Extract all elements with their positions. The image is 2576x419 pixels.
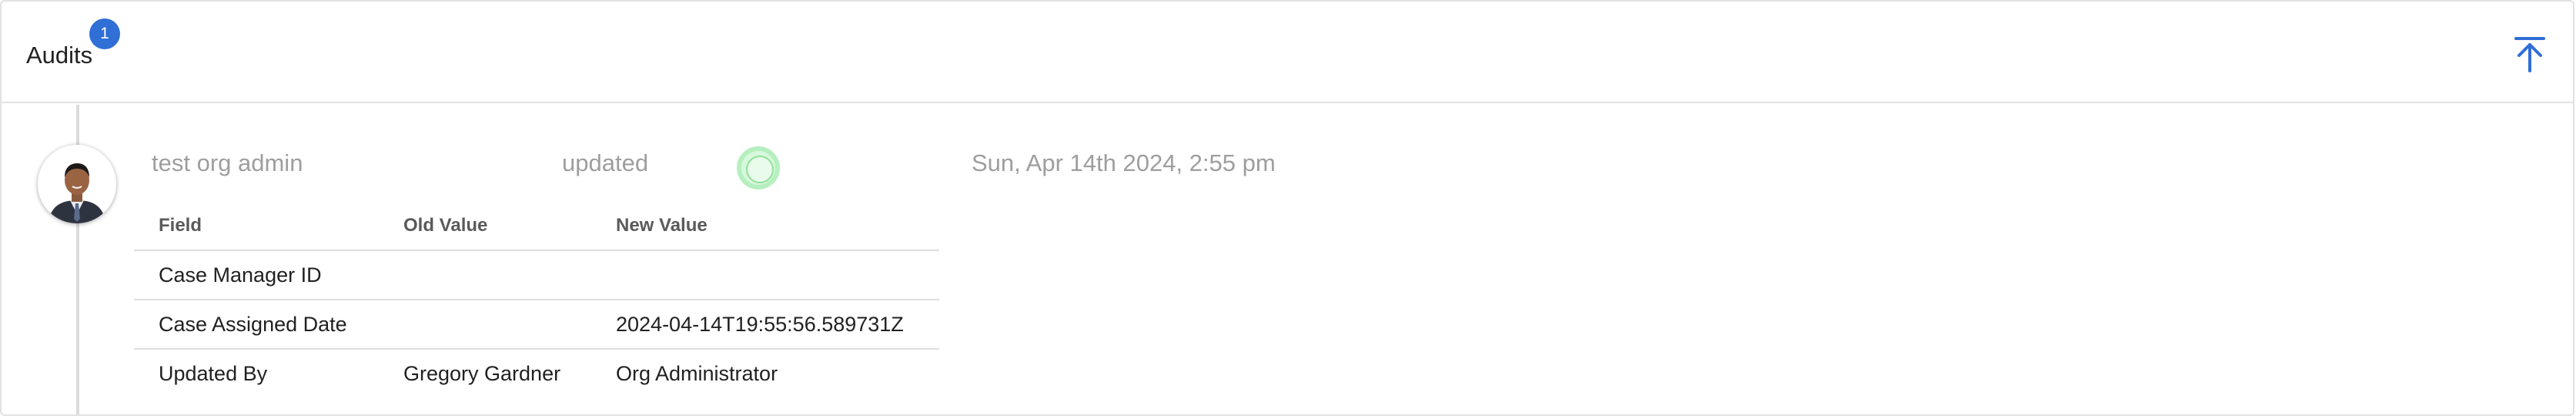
cell-field: Updated By bbox=[159, 361, 268, 385]
audits-header: Audits 1 bbox=[2, 2, 2573, 103]
column-header-field: Field bbox=[134, 202, 379, 251]
cell-new-value: 2024-04-14T19:55:56.589731Z bbox=[591, 300, 939, 350]
audits-panel: Audits 1 test org admin updated Sun, Apr… bbox=[0, 0, 2574, 416]
status-dot-inner bbox=[746, 156, 774, 183]
cell-new-value bbox=[591, 250, 939, 300]
table-header-row: Field Old Value New Value bbox=[134, 202, 939, 251]
cell-old-value bbox=[379, 250, 591, 300]
collapse-to-top-button[interactable] bbox=[2508, 32, 2551, 75]
audit-user: test org admin bbox=[152, 149, 303, 176]
cell-new-value: Org Administrator bbox=[616, 361, 778, 385]
audit-changes-table: Field Old Value New Value Case Manager I… bbox=[134, 202, 939, 397]
audits-title: Audits bbox=[26, 42, 93, 69]
column-header-new-value: New Value bbox=[591, 202, 939, 251]
audit-action: updated bbox=[562, 149, 649, 176]
cell-old-value: Gregory Gardner bbox=[403, 361, 561, 385]
cell-old-value bbox=[379, 300, 591, 350]
table-row: Case Assigned Date 2024-04-14T19:55:56.5… bbox=[134, 300, 939, 350]
user-avatar-icon bbox=[38, 145, 116, 223]
table-row: Updated By Gregory Gardner Org Administr… bbox=[134, 349, 939, 397]
avatar bbox=[38, 145, 116, 223]
table-row: Case Manager ID bbox=[134, 250, 939, 300]
audit-count-badge: 1 bbox=[89, 18, 120, 49]
cell-field: Case Manager ID bbox=[134, 250, 379, 300]
column-header-old-value: Old Value bbox=[379, 202, 591, 251]
status-dot-icon bbox=[737, 146, 780, 189]
arrow-up-to-top-icon bbox=[2514, 37, 2545, 72]
cell-field: Case Assigned Date bbox=[134, 300, 379, 350]
audit-timestamp: Sun, Apr 14th 2024, 2:55 pm bbox=[972, 149, 1276, 176]
